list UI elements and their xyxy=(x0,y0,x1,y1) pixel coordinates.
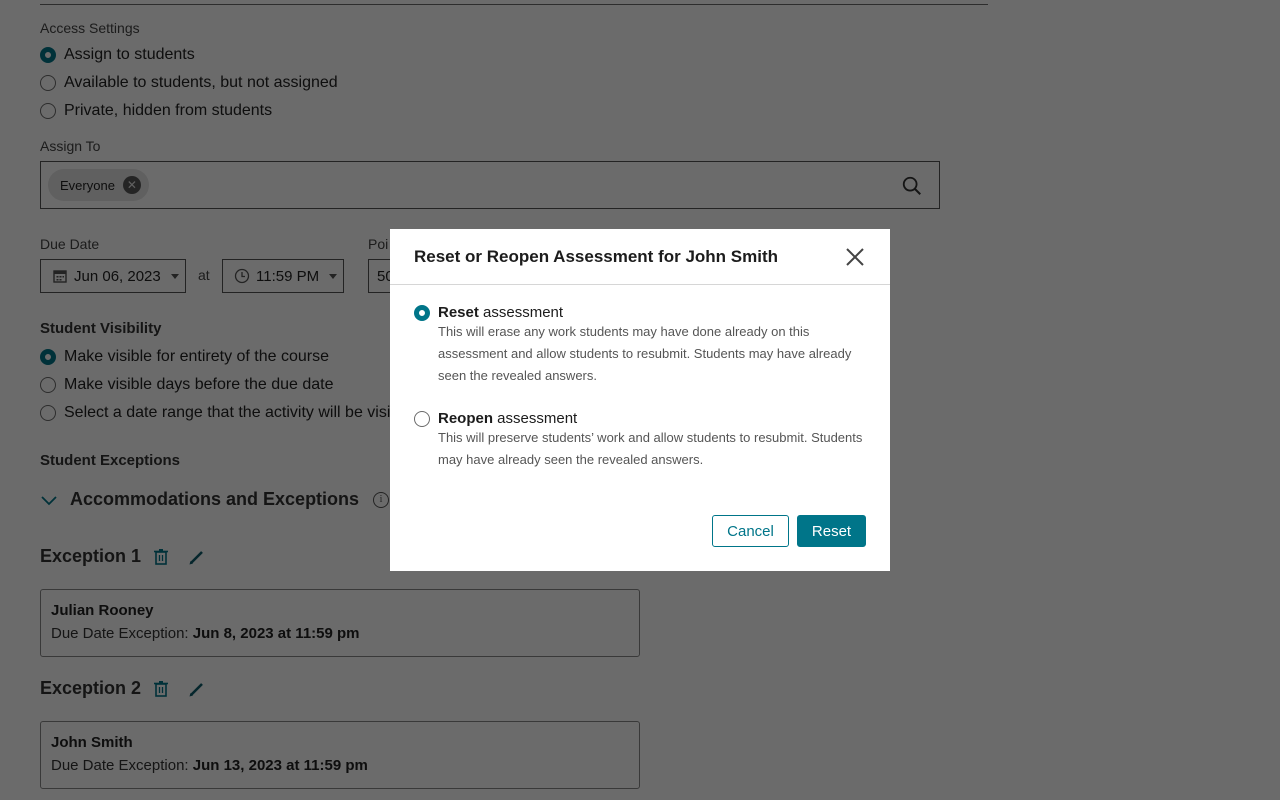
radio-selected[interactable] xyxy=(414,304,430,321)
reset-option-description: This will erase any work students may ha… xyxy=(438,324,852,383)
option-bold-label: Reopen xyxy=(438,410,494,427)
reset-option-label: Reset assessment xyxy=(438,304,563,321)
cancel-button[interactable]: Cancel xyxy=(712,515,789,547)
reopen-option-description: This will preserve students’ work and al… xyxy=(438,430,863,467)
radio-unselected[interactable] xyxy=(414,410,430,427)
reset-reopen-modal: Reset or Reopen Assessment for John Smit… xyxy=(390,229,890,571)
reset-button[interactable]: Reset xyxy=(797,515,866,547)
reopen-option-label: Reopen assessment xyxy=(438,410,577,427)
reopen-option-row[interactable]: Reopen assessment xyxy=(414,410,868,427)
option-bold-label: Reset xyxy=(438,304,479,321)
option-rest-label: assessment xyxy=(478,304,564,321)
reopen-option[interactable]: Reopen assessment This will preserve stu… xyxy=(414,410,868,471)
reset-option[interactable]: Reset assessment This will erase any wor… xyxy=(414,304,868,387)
modal-title: Reset or Reopen Assessment for John Smit… xyxy=(414,246,779,266)
option-rest-label: assessment xyxy=(493,410,578,427)
modal-header: Reset or Reopen Assessment for John Smit… xyxy=(390,229,890,285)
close-icon[interactable] xyxy=(844,246,866,268)
reset-option-row[interactable]: Reset assessment xyxy=(414,304,868,321)
